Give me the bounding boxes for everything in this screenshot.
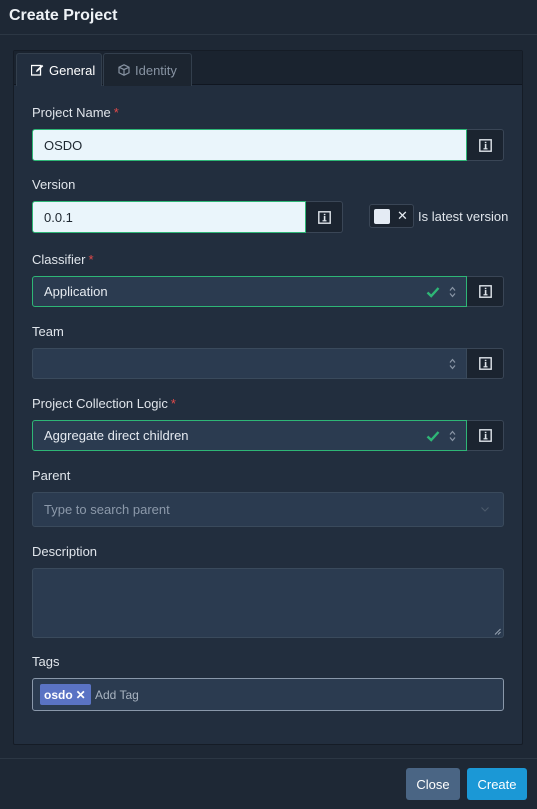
cube-icon <box>118 64 130 76</box>
project-name-info-button[interactable] <box>467 129 504 161</box>
toggle-off-icon: ✕ <box>397 208 408 223</box>
check-icon <box>426 431 440 442</box>
tab-general-label: General <box>49 62 96 78</box>
version-info-button[interactable] <box>306 201 343 233</box>
select-arrows-icon <box>449 358 456 370</box>
close-button[interactable]: Close <box>406 768 460 800</box>
collection-logic-value: Aggregate direct children <box>44 428 189 443</box>
project-name-label: Project Name * <box>32 105 119 120</box>
resize-grip-icon[interactable] <box>494 628 501 635</box>
required-mark: * <box>113 105 119 120</box>
parent-placeholder: Type to search parent <box>44 502 170 517</box>
edit-icon <box>31 64 44 76</box>
is-latest-version-toggle[interactable]: ✕ <box>369 204 414 228</box>
tab-bar: General Identity <box>14 51 522 86</box>
description-label: Description <box>32 544 98 559</box>
add-tag-input[interactable]: Add Tag <box>95 688 139 702</box>
version-input[interactable]: 0.0.1 <box>32 201 306 233</box>
create-button[interactable]: Create <box>467 768 527 800</box>
parent-search-input[interactable]: Type to search parent <box>32 492 504 527</box>
description-textarea[interactable] <box>32 568 504 638</box>
required-mark: * <box>88 252 94 267</box>
tags-label: Tags <box>32 654 60 669</box>
version-label: Version <box>32 177 76 192</box>
tab-general[interactable]: General <box>16 53 102 86</box>
collection-logic-label: Project Collection Logic * <box>32 396 176 411</box>
info-icon <box>317 210 331 224</box>
collection-logic-select[interactable]: Aggregate direct children <box>32 420 467 451</box>
collection-logic-info-button[interactable] <box>467 420 504 451</box>
classifier-select[interactable]: Application <box>32 276 467 307</box>
classifier-info-button[interactable] <box>467 276 504 307</box>
team-label: Team <box>32 324 64 339</box>
is-latest-version-label: Is latest version <box>418 209 509 224</box>
modal-header: Create Project <box>0 0 537 35</box>
parent-label: Parent <box>32 468 71 483</box>
chevron-down-icon <box>481 507 489 512</box>
select-arrows-icon <box>449 430 456 442</box>
tab-identity-label: Identity <box>135 62 177 78</box>
modal-footer: Close Create <box>0 758 537 809</box>
select-arrows-icon <box>449 286 456 298</box>
tags-input-box[interactable]: osdo ✕ Add Tag <box>32 678 504 711</box>
project-name-input[interactable]: OSDO <box>32 129 467 161</box>
info-icon <box>478 357 492 370</box>
team-select[interactable] <box>32 348 467 379</box>
toggle-knob <box>374 209 390 224</box>
classifier-value: Application <box>44 284 108 299</box>
info-icon <box>478 138 492 152</box>
team-info-button[interactable] <box>467 348 504 379</box>
tag-label: osdo <box>44 687 73 702</box>
tag-remove-icon[interactable]: ✕ <box>76 688 86 702</box>
required-mark: * <box>170 396 176 411</box>
check-icon <box>426 287 440 298</box>
tab-identity[interactable]: Identity <box>103 53 192 86</box>
tag-chip: osdo ✕ <box>40 684 91 705</box>
modal-title: Create Project <box>9 7 118 24</box>
info-icon <box>478 429 492 442</box>
classifier-label: Classifier * <box>32 252 94 267</box>
info-icon <box>478 285 492 298</box>
